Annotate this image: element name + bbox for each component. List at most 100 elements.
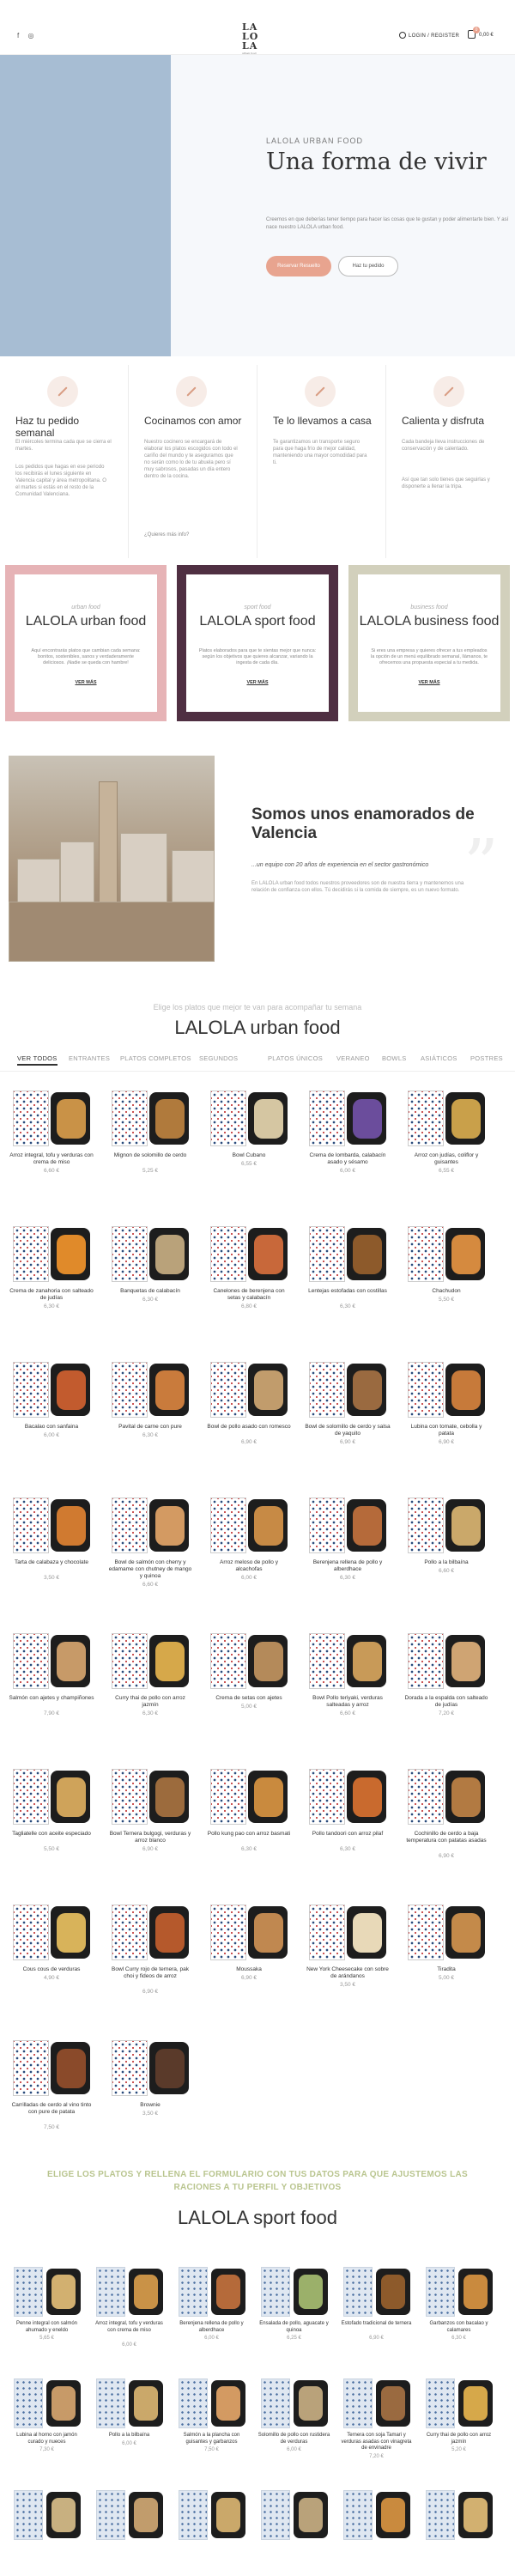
product-name[interactable]: Chachudon [403,1288,489,1295]
product-name[interactable]: Arroz integral, tofu y verduras con crem… [93,2321,166,2334]
facebook-icon[interactable]: f [17,32,19,39]
sport-product-card[interactable] [340,2490,413,2576]
product-name[interactable]: Berenjena rellena de pollo y alberdhace [305,1559,391,1573]
sport-product-card[interactable] [93,2490,166,2576]
product-card[interactable]: Bowl de solomillo de cerdo y salsa de ya… [305,1362,391,1484]
see-more-link[interactable]: VER MÁS [358,680,500,685]
product-card[interactable]: Pollo a la bilbaína 6,60 € [403,1498,489,1619]
product-name[interactable]: Arroz integral, tofu y verduras con crem… [9,1152,94,1166]
see-more-link[interactable]: VER MÁS [15,680,157,685]
product-card[interactable]: Cous cous de verduras 4,90 € [9,1905,94,2026]
tab-entrantes[interactable]: ENTRANTES [69,1054,110,1062]
product-card[interactable]: Berenjena rellena de pollo y alberdhace 6… [305,1498,391,1619]
tab-platos-unicos[interactable]: PLATOS ÚNICOS [268,1054,323,1062]
product-card[interactable]: Dorada a la espalda con salteado de judí… [403,1633,489,1755]
product-card[interactable]: Crema de setas con ajetes 5,00 € [206,1633,292,1755]
product-card[interactable]: Tiradita 5,00 € [403,1905,489,2026]
product-card[interactable]: Bowl de pollo asado con romesco 6,90 € [206,1362,292,1484]
product-name[interactable]: Crema de zanahoria con salteado de judía… [9,1288,94,1302]
product-card[interactable]: Bacalao con sanfaina 6,00 € [9,1362,94,1484]
product-name[interactable]: Estofado tradicional de ternera [340,2321,413,2328]
tab-segundos[interactable]: SEGUNDOS [199,1054,238,1062]
sport-product-card[interactable]: Solomillo de pollo con rustidera de verd… [258,2379,330,2507]
product-card[interactable]: Cochinillo de cerdo a baja temperatura c… [403,1769,489,1891]
product-card[interactable]: Crema de lombarda, calabacín asado y sés… [305,1091,391,1212]
sport-product-card[interactable]: Penne integral con salmón ahumado y enel… [10,2267,83,2396]
product-card[interactable]: Chachudon 5,50 € [403,1226,489,1348]
product-card[interactable]: Pollo tandoori con arroz pilaf 6,30 € [305,1769,391,1891]
product-name[interactable]: New York Cheesecake con sobre de arándan… [305,1966,391,1980]
product-name[interactable]: Bowl Ternera bulgogi, verduras y arroz b… [107,1831,193,1844]
product-name[interactable]: Solomillo de pollo con rustidera de verd… [258,2433,330,2445]
sport-product-card[interactable] [422,2490,495,2576]
product-card[interactable]: Bowl Curry rojo de ternera, pak choi y f… [107,1905,193,2026]
sport-product-card[interactable]: Pollo a la bilbaína 6,00 € [93,2379,166,2507]
product-name[interactable]: Bowl de solomillo de cerdo y salsa de ya… [305,1424,391,1437]
product-card[interactable]: Crema de zanahoria con salteado de judía… [9,1226,94,1348]
product-name[interactable]: Carrilladas de cerdo al vino tinto con p… [9,2102,94,2116]
product-name[interactable]: Pollo kung pao con arroz basmati [206,1831,292,1838]
product-name[interactable]: Pollo a la bilbaína [93,2433,166,2439]
product-name[interactable]: Brownie [107,2102,193,2109]
product-card[interactable]: Arroz meloso de pollo y alcachofas 6,00 € [206,1498,292,1619]
product-name[interactable]: Bacalao con sanfaina [9,1424,94,1431]
product-name[interactable]: Crema de setas con ajetes [206,1695,292,1702]
category-card-business[interactable]: business food LALOLA business food Si er… [348,565,510,721]
product-name[interactable]: Arroz con judías, coliflor y guisantes [403,1152,489,1166]
product-name[interactable]: Salmón con ajetes y champiñones [9,1695,94,1702]
product-card[interactable]: Arroz integral, tofu y verduras con crem… [9,1091,94,1212]
instagram-icon[interactable]: ◎ [27,32,33,39]
product-name[interactable]: Ternera con soja Tamari y verduras asada… [340,2433,413,2452]
product-card[interactable]: Bowl Ternera bulgogi, verduras y arroz b… [107,1769,193,1891]
more-info-link[interactable]: ¿Quieres más info? [144,532,189,538]
product-name[interactable]: Berenjena rellena de pollo y alberdhace [175,2321,248,2334]
product-card[interactable]: Lentejas estofadas con costillas 6,30 € [305,1226,391,1348]
see-more-link[interactable]: VER MÁS [186,680,329,685]
product-card[interactable]: Curry thai de pollo con arroz jazmín 6,30… [107,1633,193,1755]
product-name[interactable]: Pavital de carne con pure [107,1424,193,1431]
product-name[interactable]: Pollo a la bilbaína [403,1559,489,1566]
product-name[interactable]: Arroz meloso de pollo y alcachofas [206,1559,292,1573]
product-card[interactable]: Lubina con tomate, cebolla y patata 6,90 … [403,1362,489,1484]
product-name[interactable]: Cous cous de verduras [9,1966,94,1973]
product-name[interactable]: Bowl Cubano [206,1152,292,1159]
sport-product-card[interactable]: Estofado tradicional de ternera 6,90 € [340,2267,413,2396]
product-card[interactable]: Canelones de berenjena con setas y calab… [206,1226,292,1348]
sport-product-card[interactable]: Ensalada de pollo, aguacate y quinoa 6,25… [258,2267,330,2396]
product-card[interactable]: Banquetas de calabacín 6,30 € [107,1226,193,1348]
product-name[interactable]: Lentejas estofadas con costillas [305,1288,391,1295]
product-name[interactable]: Lubina al horno con jamón curado y nuece… [10,2433,83,2445]
product-name[interactable]: Tarta de calabaza y chocolate [9,1559,94,1566]
product-card[interactable]: Bowl Pollo teriyaki, verduras salteadas … [305,1633,391,1755]
product-name[interactable]: Canelones de berenjena con setas y calab… [206,1288,292,1302]
tab-postres[interactable]: POSTRES [470,1054,503,1062]
sport-product-card[interactable] [175,2490,248,2576]
product-name[interactable]: Cochinillo de cerdo a baja temperatura c… [403,1831,489,1844]
tab-ver-todos[interactable]: VER TODOS [17,1054,58,1066]
product-card[interactable]: Salmón con ajetes y champiñones 7,90 € [9,1633,94,1755]
order-button[interactable]: Haz tu pedido [338,256,398,276]
sport-product-card[interactable]: Curry thai de pollo con arroz jazmín 5,20… [422,2379,495,2507]
product-name[interactable]: Dorada a la espalda con salteado de judí… [403,1695,489,1709]
product-name[interactable]: Penne integral con salmón ahumado y enel… [10,2321,83,2334]
product-name[interactable]: Ensalada de pollo, aguacate y quinoa [258,2321,330,2334]
product-name[interactable]: Bowl Curry rojo de ternera, pak choi y f… [107,1966,193,1980]
product-card[interactable]: Tagliatelle con aceite especiado 5,50 € [9,1769,94,1891]
product-card[interactable]: Moussaka 6,90 € [206,1905,292,2026]
tab-bowls[interactable]: BOWLS [382,1054,407,1062]
login-register-link[interactable]: LOGIN / REGISTER [399,32,459,39]
product-name[interactable]: Curry thai de pollo con arroz jazmín [107,1695,193,1709]
product-name[interactable]: Mignon de solomillo de cerdo [107,1152,193,1159]
product-name[interactable]: Bowl Pollo teriyaki, verduras salteadas … [305,1695,391,1709]
cart-button[interactable]: 0 0,00 € [468,27,494,39]
product-name[interactable]: Pollo tandoori con arroz pilaf [305,1831,391,1838]
product-card[interactable]: New York Cheesecake con sobre de arándan… [305,1905,391,2026]
product-name[interactable]: Tiradita [403,1966,489,1973]
product-name[interactable]: Curry thai de pollo con arroz jazmín [422,2433,495,2445]
product-card[interactable]: Mignon de solomillo de cerdo 5,25 € [107,1091,193,1212]
product-name[interactable]: Lubina con tomate, cebolla y patata [403,1424,489,1437]
category-card-urban[interactable]: urban food LALOLA urban food Aquí encont… [5,565,167,721]
site-logo[interactable]: LA LO LA urban food [242,22,273,55]
tab-veraneo[interactable]: VERANEO [336,1054,370,1062]
sport-product-card[interactable] [258,2490,330,2576]
